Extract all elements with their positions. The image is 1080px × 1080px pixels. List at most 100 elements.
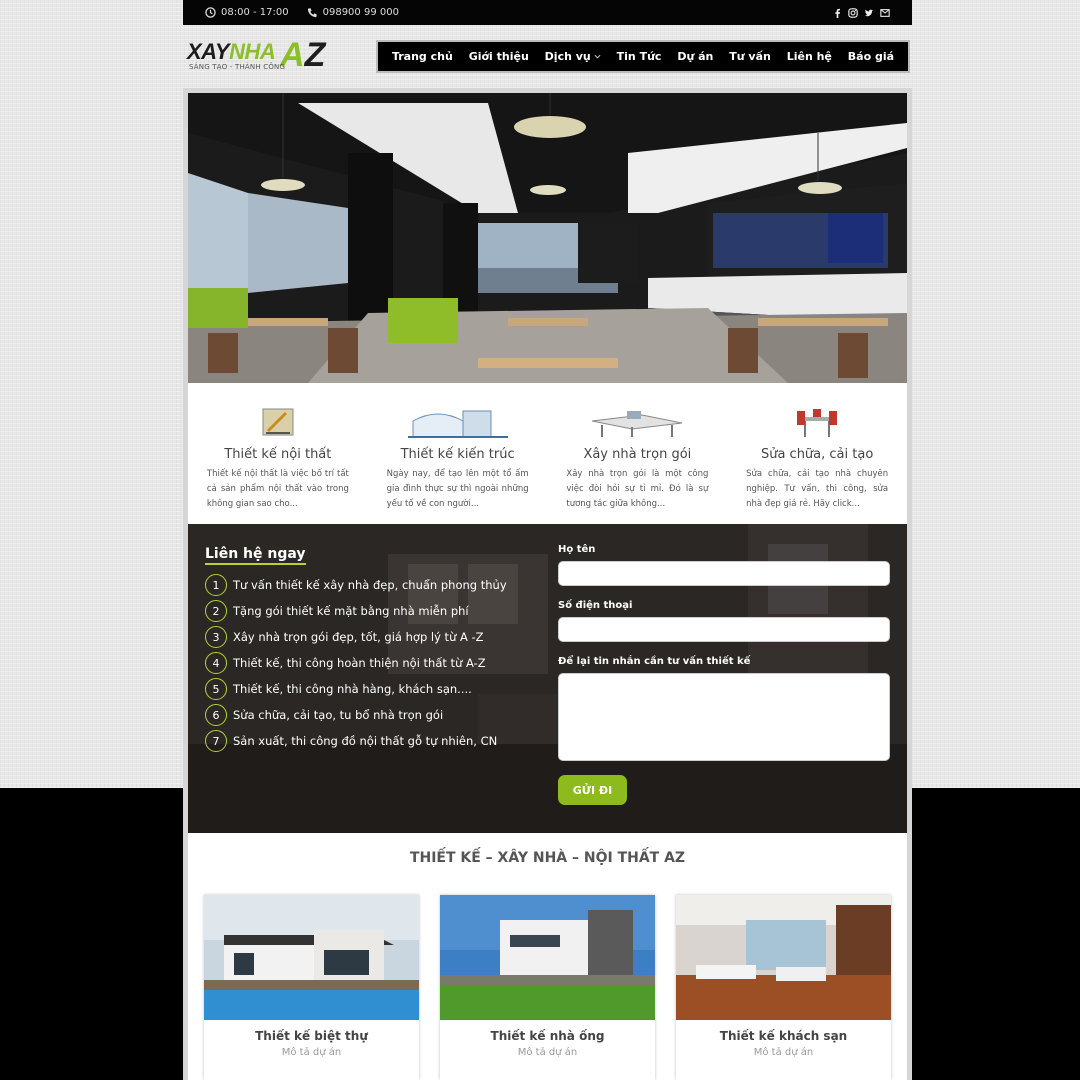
- hotel-interior-photo: [676, 895, 891, 1020]
- contact-benefits-list: 1 Tư vấn thiết kế xây nhà đẹp, chuẩn phon…: [205, 572, 507, 754]
- project-title: Thiết kế nhà ống: [490, 1029, 605, 1043]
- phone-field[interactable]: [558, 617, 890, 642]
- phone-text: 098900 99 000: [322, 7, 399, 18]
- logo-wordmark: XAYNHA: [187, 39, 276, 65]
- service-card[interactable]: Sửa chữa, cải tạo Sửa chữa, cải tạo nhà …: [727, 383, 907, 524]
- submit-button[interactable]: GỬI ĐI: [558, 775, 627, 805]
- projects-section: THIẾT KẾ – XÂY NHÀ – NỘI THẤT AZ Thiết k…: [188, 833, 907, 1080]
- construction-machine-icon: [592, 411, 683, 437]
- project-cards: Thiết kế biệt thự Mô tả dự án Thiết kế n…: [204, 895, 891, 1080]
- list-item: 2 Tặng gói thiết kế mặt bằng nhà miễn phí: [205, 598, 507, 624]
- hours-info: 08:00 - 17:00: [205, 7, 289, 18]
- message-label: Để lại tin nhắn cần tư vấn thiết kế: [558, 656, 751, 667]
- list-item: 7 Sản xuất, thi công đồ nội thất gỗ tự nh…: [205, 728, 507, 754]
- project-subtitle: Mô tả dự án: [517, 1047, 578, 1058]
- list-item-text: Thiết kế, thi công nhà hàng, khách sạn..…: [233, 682, 472, 696]
- nav-item-about[interactable]: Giới thiệu: [469, 50, 529, 63]
- logo-text-green: NHA: [229, 39, 276, 64]
- list-item-text: Thiết kế, thi công hoàn thiện nội thất t…: [233, 656, 486, 670]
- logo-tagline: SÁNG TẠO - THÀNH CÔNG: [189, 63, 286, 71]
- message-textarea[interactable]: [558, 673, 890, 761]
- nav-item-projects[interactable]: Dự án: [677, 50, 713, 63]
- list-item-text: Sửa chữa, cải tạo, tu bổ nhà trọn gói: [233, 708, 444, 722]
- villa-photo: [204, 895, 419, 1020]
- project-title: Thiết kế khách sạn: [719, 1029, 848, 1043]
- list-number: 6: [205, 704, 227, 726]
- clock-icon: [205, 7, 216, 18]
- contact-title: Liên hệ ngay: [205, 546, 306, 565]
- name-field[interactable]: [558, 561, 890, 586]
- nav-item-contact[interactable]: Liên hệ: [787, 50, 832, 63]
- service-title: Thiết kế kiến trúc: [400, 447, 515, 462]
- list-item: 3 Xây nhà trọn gói đẹp, tốt, giá hợp lý t…: [205, 624, 507, 650]
- list-item: 6 Sửa chữa, cải tạo, tu bổ nhà trọn gói: [205, 702, 507, 728]
- interior-design-icon: [262, 408, 294, 436]
- logo-az-mark: AZ: [280, 36, 325, 75]
- list-number: 4: [205, 652, 227, 674]
- project-card[interactable]: Thiết kế nhà ống Mô tả dự án: [440, 895, 655, 1080]
- list-item: 1 Tư vấn thiết kế xây nhà đẹp, chuẩn phon…: [205, 572, 507, 598]
- service-text: Thiết kế nội thất là việc bố trí tất cả …: [206, 469, 349, 509]
- nav-label: Giới thiệu: [468, 50, 529, 63]
- nav-item-pricing[interactable]: Báo giá: [848, 50, 894, 63]
- list-item-text: Tư vấn thiết kế xây nhà đẹp, chuẩn phong…: [233, 578, 507, 592]
- nav-label: Liên hệ: [786, 50, 832, 63]
- list-number: 1: [205, 574, 227, 596]
- phone-icon: [307, 8, 317, 18]
- nav-item-services[interactable]: Dịch vụ: [545, 50, 601, 63]
- nav-label: Báo giá: [847, 50, 895, 63]
- list-item-text: Tặng gói thiết kế mặt bằng nhà miễn phí: [233, 604, 469, 618]
- nav-item-home[interactable]: Trang chủ: [392, 50, 453, 63]
- nav-item-news[interactable]: Tin Tức: [617, 50, 662, 63]
- nav-item-consult[interactable]: Tư vấn: [729, 50, 771, 63]
- list-item: 5 Thiết kế, thi công nhà hàng, khách sạn.…: [205, 676, 507, 702]
- project-title: Thiết kế biệt thự: [255, 1029, 368, 1043]
- phone-info[interactable]: 098900 99 000: [307, 7, 399, 18]
- nav-label: Dự án: [677, 50, 714, 63]
- service-text: Xây nhà trọn gói là một công việc đòi hỏ…: [566, 469, 709, 509]
- service-card[interactable]: Xây nhà trọn gói Xây nhà trọn gói là một…: [548, 383, 728, 524]
- services-section: Thiết kế nội thất Thiết kế nội thất là v…: [188, 383, 907, 524]
- contact-section: Liên hệ ngay 1 Tư vấn thiết kế xây nhà đẹ…: [188, 524, 907, 833]
- project-subtitle: Mô tả dự án: [753, 1047, 814, 1058]
- service-title: Xây nhà trọn gói: [583, 447, 692, 462]
- service-text: Sửa chữa, cải tạo nhà chuyên nghiệp. Tư …: [746, 469, 889, 509]
- projects-heading: THIẾT KẾ – XÂY NHÀ – NỘI THẤT AZ: [409, 850, 686, 866]
- list-number: 3: [205, 626, 227, 648]
- architecture-icon: [407, 410, 508, 438]
- list-item-text: Sản xuất, thi công đồ nội thất gỗ tự nhi…: [233, 734, 498, 748]
- project-card[interactable]: Thiết kế biệt thự Mô tả dự án: [204, 895, 419, 1080]
- service-title: Sửa chữa, cải tạo: [760, 447, 874, 462]
- chevron-down-icon: [594, 54, 601, 59]
- site-logo[interactable]: XAYNHA AZ SÁNG TẠO - THÀNH CÔNG: [187, 36, 332, 77]
- service-title: Thiết kế nội thất: [224, 447, 332, 462]
- list-number: 2: [205, 600, 227, 622]
- service-card[interactable]: Thiết kế kiến trúc Ngày nay, để tạo lên …: [368, 383, 548, 524]
- main-nav: Trang chủ Giới thiệu Dịch vụ Tin Tức Dự …: [376, 40, 910, 73]
- townhouse-photo: [440, 895, 655, 1020]
- project-card[interactable]: Thiết kế khách sạn Mô tả dự án: [676, 895, 891, 1080]
- email-icon[interactable]: [880, 8, 890, 18]
- contact-form: Họ tên Số điện thoại Để lại tin nhắn cần…: [558, 544, 890, 805]
- name-label: Họ tên: [558, 544, 596, 555]
- hours-text: 08:00 - 17:00: [221, 7, 289, 18]
- nav-label: Dịch vụ: [544, 50, 591, 63]
- nav-label: Trang chủ: [391, 50, 453, 63]
- twitter-icon[interactable]: [864, 8, 874, 18]
- site-header: XAYNHA AZ SÁNG TẠO - THÀNH CÔNG Trang ch…: [183, 25, 912, 88]
- list-item: 4 Thiết kế, thi công hoàn thiện nội thất …: [205, 650, 507, 676]
- list-number: 7: [205, 730, 227, 752]
- top-bar: 08:00 - 17:00 098900 99 000: [183, 0, 912, 25]
- service-card[interactable]: Thiết kế nội thất Thiết kế nội thất là v…: [188, 383, 368, 524]
- phone-label: Số điện thoại: [558, 600, 633, 611]
- list-number: 5: [205, 678, 227, 700]
- hero-banner-image: [188, 93, 907, 383]
- project-subtitle: Mô tả dự án: [281, 1047, 342, 1058]
- instagram-icon[interactable]: [848, 7, 858, 18]
- list-item-text: Xây nhà trọn gói đẹp, tốt, giá hợp lý từ…: [233, 630, 484, 644]
- social-links: [833, 7, 890, 18]
- facebook-icon[interactable]: [833, 8, 842, 18]
- logo-text-dark: XAY: [187, 39, 230, 64]
- renovation-furniture-icon: [797, 409, 838, 437]
- nav-label: Tin Tức: [616, 50, 662, 63]
